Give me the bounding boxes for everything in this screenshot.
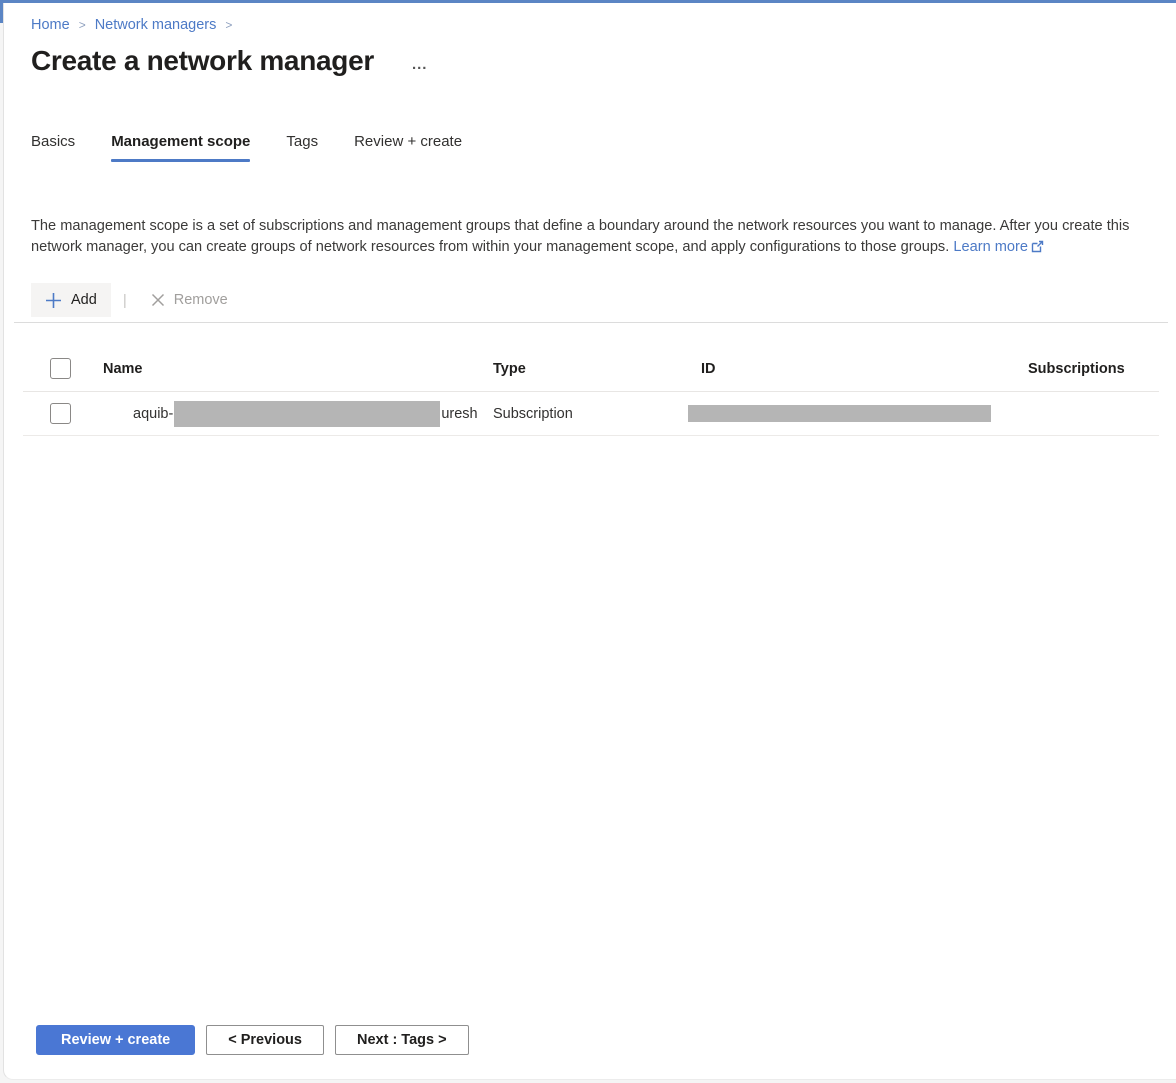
external-link-icon xyxy=(1031,240,1044,253)
remove-button-label: Remove xyxy=(173,292,228,308)
column-header-id: ID xyxy=(701,360,716,377)
tab-bar: Basics Management scope Tags Review + cr… xyxy=(31,127,1151,162)
remove-button[interactable]: Remove xyxy=(137,283,242,317)
table-header-row: Name Type ID Subscriptions xyxy=(23,346,1159,392)
panel-left-accent xyxy=(0,0,3,23)
select-row-checkbox[interactable] xyxy=(50,403,71,424)
previous-button[interactable]: < Previous xyxy=(206,1025,324,1055)
cell-name: aquib-uresh xyxy=(103,400,493,427)
review-create-button[interactable]: Review + create xyxy=(36,1025,196,1055)
name-prefix: aquib- xyxy=(133,405,174,422)
scope-table: Name Type ID Subscriptions aquib-uresh S… xyxy=(23,346,1159,436)
tab-tags[interactable]: Tags xyxy=(286,127,318,162)
add-button-label: Add xyxy=(71,292,97,308)
tab-review-create[interactable]: Review + create xyxy=(354,127,462,162)
footer-actions: Review + create < Previous Next : Tags > xyxy=(31,1025,1151,1079)
learn-more-link[interactable]: Learn more xyxy=(953,239,1044,255)
select-all-checkbox[interactable] xyxy=(50,358,71,379)
page-title: Create a network manager xyxy=(31,45,374,76)
breadcrumb-home-link[interactable]: Home xyxy=(31,17,70,33)
name-redaction-block xyxy=(174,400,441,427)
more-options-icon[interactable]: ... xyxy=(412,56,428,73)
panel-top-accent xyxy=(0,0,1176,3)
id-redaction-block xyxy=(688,405,991,422)
create-network-manager-panel: Home > Network managers > Create a netwo… xyxy=(3,3,1176,1080)
tab-management-scope[interactable]: Management scope xyxy=(111,127,251,162)
breadcrumb-network-managers-link[interactable]: Network managers xyxy=(95,17,217,33)
column-header-subscriptions: Subscriptions xyxy=(1028,360,1125,377)
table-row[interactable]: aquib-uresh Subscription xyxy=(23,392,1159,436)
tab-basics[interactable]: Basics xyxy=(31,127,75,162)
next-tags-button[interactable]: Next : Tags > xyxy=(334,1025,469,1055)
column-header-type: Type xyxy=(493,360,526,377)
breadcrumb: Home > Network managers > xyxy=(31,17,1151,33)
title-row: Create a network manager ... xyxy=(31,45,1151,77)
cell-type: Subscription xyxy=(493,405,573,422)
management-scope-description: The management scope is a set of subscri… xyxy=(31,216,1150,258)
cell-id xyxy=(688,405,1028,422)
row-checkbox-cell xyxy=(23,403,103,424)
add-button[interactable]: Add xyxy=(31,283,111,317)
toolbar-bottom-divider xyxy=(14,322,1168,323)
x-icon xyxy=(151,293,164,307)
name-suffix: uresh xyxy=(441,405,478,422)
plus-icon xyxy=(46,292,61,308)
learn-more-label: Learn more xyxy=(953,239,1028,255)
toolbar-divider: | xyxy=(122,291,127,309)
scope-toolbar: Add | Remove xyxy=(31,283,1151,317)
header-checkbox-cell xyxy=(23,358,103,379)
column-header-name: Name xyxy=(103,360,143,377)
chevron-right-icon: > xyxy=(225,18,233,32)
chevron-right-icon: > xyxy=(78,18,86,32)
